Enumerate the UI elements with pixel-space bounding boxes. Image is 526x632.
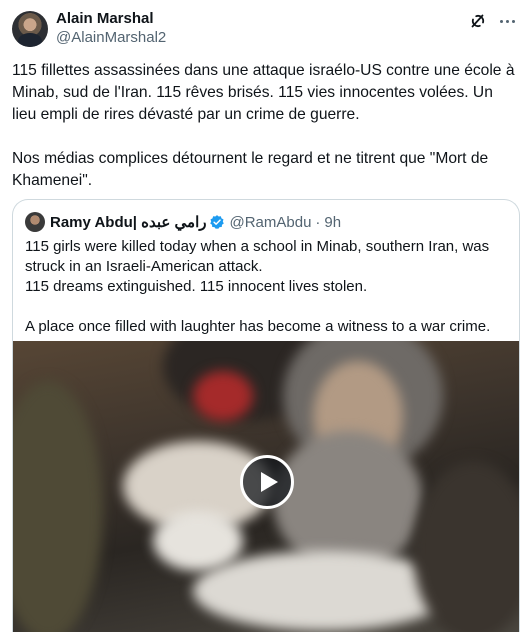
quoted-tweet-header: Ramy Abdu| رامي عبده @RamAbdu · 9h <box>25 212 341 232</box>
more-options-icon[interactable] <box>496 11 518 31</box>
separator-dot: · <box>315 213 321 231</box>
tweet-paragraph-2: Nos médias complices détournent le regar… <box>12 150 489 189</box>
quoted-text-line-3: A place once filled with laughter has be… <box>25 318 491 335</box>
author-handle[interactable]: @AlainMarshal2 <box>56 29 166 47</box>
play-icon <box>261 472 278 492</box>
quoted-author-avatar[interactable] <box>25 212 45 232</box>
play-button[interactable] <box>240 455 294 509</box>
grok-icon[interactable] <box>468 11 488 31</box>
video-thumbnail[interactable] <box>13 341 519 632</box>
quoted-author-name[interactable]: Ramy Abdu| رامي عبده <box>50 213 206 231</box>
quoted-timestamp[interactable]: 9h <box>324 214 341 231</box>
tweet-card[interactable]: Alain Marshal @AlainMarshal2 115 fillett… <box>0 0 526 632</box>
quoted-author-handle[interactable]: @RamAbdu <box>229 214 311 231</box>
quoted-tweet-text: 115 girls were killed today when a schoo… <box>25 237 509 337</box>
quoted-text-line-2: 115 dreams extinguished. 115 innocent li… <box>25 278 368 295</box>
author-name[interactable]: Alain Marshal <box>56 10 154 28</box>
quoted-text-line-1: 115 girls were killed today when a schoo… <box>25 238 490 275</box>
tweet-paragraph-1: 115 fillettes assassinées dans une attaq… <box>12 62 515 123</box>
tweet-text: 115 fillettes assassinées dans une attaq… <box>12 60 518 192</box>
quoted-tweet[interactable]: Ramy Abdu| رامي عبده @RamAbdu · 9h 115 g… <box>12 199 520 632</box>
author-avatar[interactable] <box>12 11 48 47</box>
verified-badge-icon <box>210 215 225 229</box>
